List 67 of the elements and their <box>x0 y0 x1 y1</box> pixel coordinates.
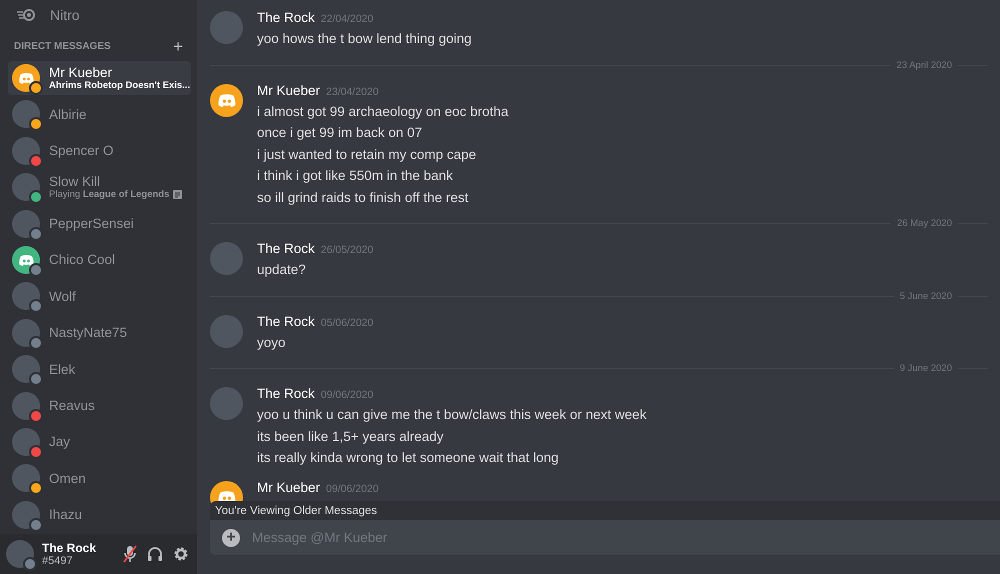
message-timestamp: 09/06/2020 <box>320 389 374 401</box>
author-name[interactable]: The Rock <box>257 241 315 256</box>
message-text: update? <box>257 261 307 279</box>
dm-name: NastyNate75 <box>49 325 128 340</box>
dm-item[interactable]: Ihazu <box>8 498 191 532</box>
dm-name: Mr Kueber <box>49 65 114 80</box>
dm-name: Omen <box>49 470 86 486</box>
dm-name: Chico Cool <box>49 252 116 268</box>
dm-item[interactable]: NastyNate75 <box>8 316 191 350</box>
message-timestamp: 05/06/2020 <box>320 316 374 328</box>
message-text: so ill grind raids to finish off the rest <box>257 188 470 207</box>
dm-name: Wolf <box>49 288 76 304</box>
section-header: DIRECT MESSAGES <box>14 41 111 52</box>
settings-icon[interactable] <box>173 546 189 562</box>
dm-name: Jay <box>49 434 70 450</box>
rich-presence-icon <box>173 190 182 200</box>
dm-item[interactable]: Elek <box>8 352 191 386</box>
dm-name: Reavus <box>49 398 95 414</box>
dm-name: Elek <box>49 362 76 377</box>
add-dm-button[interactable]: + <box>173 38 183 55</box>
headphones-icon[interactable] <box>147 546 163 562</box>
message-text: i almost got 99 archaeology on eoc brotha <box>257 102 508 121</box>
message-timestamp: 09/06/2020 <box>326 482 379 494</box>
author-name[interactable]: Mr Kueber <box>257 480 320 494</box>
date-divider: 5 June 2020 <box>900 290 952 302</box>
author-name[interactable]: The Rock <box>257 314 315 328</box>
dm-status-text: Playing League of Legends <box>49 189 170 200</box>
dm-item[interactable]: PepperSensei <box>8 206 191 241</box>
microphone-icon[interactable] <box>123 545 137 563</box>
message-text: yoo hows the t bow lend thing going <box>257 30 472 48</box>
dm-item[interactable]: Omen <box>8 461 191 496</box>
user-tag: #5497 <box>42 555 115 567</box>
dm-name: Albirie <box>49 106 87 122</box>
message-timestamp: 22/04/2020 <box>320 13 374 25</box>
dm-item[interactable]: Reavus <box>8 388 191 423</box>
dm-item[interactable]: Chico Cool <box>8 242 191 277</box>
attach-button[interactable]: + <box>222 528 240 546</box>
author-name[interactable]: Mr Kueber <box>257 82 320 98</box>
date-divider: 9 June 2020 <box>900 363 952 374</box>
nitro-icon <box>16 8 36 22</box>
message-text: once i get 99 im back on 07 <box>257 124 424 142</box>
dm-name: Spencer O <box>49 143 114 158</box>
date-divider: 26 May 2020 <box>897 218 952 229</box>
dm-name: Ihazu <box>49 507 82 522</box>
author-name[interactable]: The Rock <box>257 386 315 401</box>
dm-item[interactable]: Slow Kill Playing League of Legends <box>8 170 191 204</box>
date-divider: 23 April 2020 <box>896 60 952 70</box>
user-name: The Rock <box>42 541 98 555</box>
message-text: its been like 1,5+ years already <box>257 428 444 446</box>
dm-name: Slow Kill <box>49 174 102 190</box>
dm-name: PepperSensei <box>49 216 134 232</box>
message-timestamp: 26/05/2020 <box>320 244 374 256</box>
nitro-link[interactable]: Nitro <box>8 0 191 30</box>
older-messages-banner[interactable]: You're Viewing Older Messages <box>210 501 1000 520</box>
message-text: i just wanted to retain my comp cape <box>257 146 478 164</box>
dm-item[interactable]: Wolf <box>8 279 191 314</box>
dm-item[interactable]: Jay <box>8 424 191 459</box>
dm-item[interactable]: Spencer O <box>8 134 191 168</box>
dm-item[interactable]: Albirie <box>8 97 191 132</box>
message-text: yoyo <box>257 334 287 352</box>
message-text: yoo u think u can give me the t bow/claws this week or next week <box>257 406 646 424</box>
author-name[interactable]: The Rock <box>257 10 315 25</box>
dm-status-text: Ahrims Robetop Doesn't Exis... <box>49 80 190 91</box>
dm-item[interactable]: Mr Kueber Ahrims Robetop Doesn't Exis... <box>8 61 191 95</box>
message-timestamp: 23/04/2020 <box>326 86 379 98</box>
message-text: i think i got like 550m in the bank <box>257 167 454 185</box>
message-text: its really kinda wrong to let someone wait that long <box>257 449 560 467</box>
